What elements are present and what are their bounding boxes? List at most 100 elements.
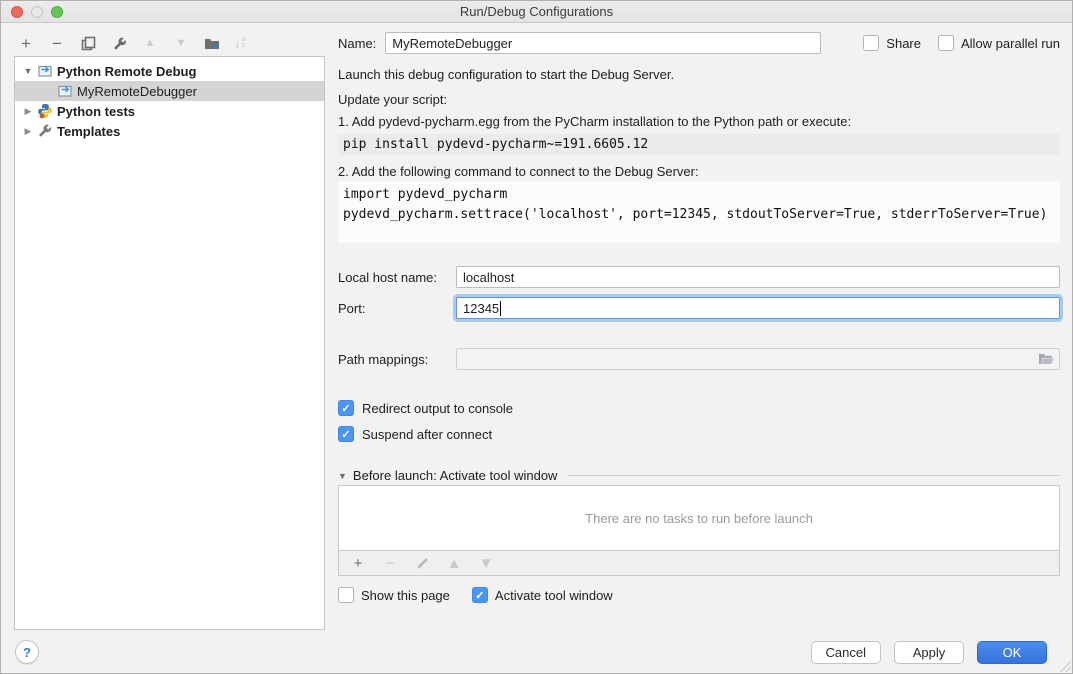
settrace-code-block: import pydevd_pycharm pydevd_pycharm.set… bbox=[338, 181, 1060, 243]
remote-debug-config-icon bbox=[57, 83, 73, 99]
tasks-toolbar: + − ▲ ▼ bbox=[338, 550, 1060, 576]
browse-folder-icon[interactable] bbox=[1038, 353, 1054, 366]
chevron-down-icon[interactable]: ▼ bbox=[21, 66, 35, 76]
help-icon: ? bbox=[23, 645, 31, 660]
ok-button[interactable]: OK bbox=[977, 641, 1047, 664]
minimize-window-button[interactable] bbox=[31, 6, 43, 18]
share-label: Share bbox=[886, 36, 921, 51]
edit-defaults-button[interactable] bbox=[110, 34, 128, 52]
name-input[interactable] bbox=[385, 32, 821, 54]
port-label: Port: bbox=[338, 301, 456, 316]
path-mappings-row: Path mappings: bbox=[338, 348, 1060, 370]
sort-configurations-button[interactable]: ↓ az bbox=[234, 36, 245, 51]
pip-install-command: pip install pydevd-pycharm~=191.6605.12 bbox=[338, 134, 1060, 155]
tree-item-label: Templates bbox=[57, 124, 120, 139]
local-host-input[interactable] bbox=[456, 266, 1060, 288]
redirect-output-row: Redirect output to console bbox=[338, 400, 1060, 416]
zoom-window-button[interactable] bbox=[51, 6, 63, 18]
allow-parallel-run-checkbox-item: Allow parallel run bbox=[938, 35, 1060, 51]
local-host-label: Local host name: bbox=[338, 270, 456, 285]
port-input[interactable]: 12345 bbox=[456, 297, 1060, 319]
local-host-row: Local host name: bbox=[338, 266, 1060, 288]
templates-wrench-icon bbox=[37, 123, 53, 139]
allow-parallel-run-checkbox[interactable] bbox=[938, 35, 954, 51]
resize-grip[interactable] bbox=[1059, 660, 1071, 672]
section-divider bbox=[567, 475, 1060, 476]
code-line-2: pydevd_pycharm.settrace('localhost', por… bbox=[343, 207, 1047, 222]
port-row: Port: 12345 bbox=[338, 297, 1060, 319]
step2-text: 2. Add the following command to connect … bbox=[338, 164, 1060, 180]
move-down-button[interactable]: ▼ bbox=[172, 34, 190, 52]
show-this-page-checkbox[interactable] bbox=[338, 587, 354, 603]
cancel-button[interactable]: Cancel bbox=[811, 641, 881, 664]
redirect-output-label: Redirect output to console bbox=[362, 401, 513, 416]
run-debug-configurations-dialog: { "window": { "title": "Run/Debug Config… bbox=[0, 0, 1073, 674]
move-task-down-button[interactable]: ▼ bbox=[477, 554, 495, 572]
chevron-right-icon[interactable]: ▶ bbox=[21, 106, 35, 117]
move-up-button[interactable]: ▲ bbox=[141, 34, 159, 52]
window-titlebar: Run/Debug Configurations bbox=[1, 1, 1072, 23]
move-task-up-button[interactable]: ▲ bbox=[445, 554, 463, 572]
help-button[interactable]: ? bbox=[15, 640, 39, 664]
window-title: Run/Debug Configurations bbox=[460, 4, 613, 19]
redirect-output-checkbox[interactable] bbox=[338, 400, 354, 416]
configurations-tree: ▼ Python Remote Debug MyRemoteDebugger ▶ bbox=[14, 56, 325, 630]
tree-item-python-remote-debug[interactable]: ▼ Python Remote Debug bbox=[15, 61, 324, 81]
create-folder-button[interactable] bbox=[203, 34, 221, 52]
traffic-lights bbox=[11, 6, 63, 18]
intro-text: Launch this debug configuration to start… bbox=[338, 67, 1060, 83]
dialog-buttons: Cancel Apply OK bbox=[811, 641, 1047, 664]
name-row: Name: Share Allow parallel run bbox=[338, 31, 1060, 55]
tree-item-python-tests[interactable]: ▶ Python tests bbox=[15, 101, 324, 121]
apply-button[interactable]: Apply bbox=[894, 641, 964, 664]
tree-item-myremotedebugger[interactable]: MyRemoteDebugger bbox=[15, 81, 324, 101]
suspend-after-connect-row: Suspend after connect bbox=[338, 426, 1060, 442]
edit-task-button[interactable] bbox=[413, 554, 431, 572]
wrench-icon bbox=[112, 36, 127, 51]
share-checkbox-item: Share bbox=[863, 35, 921, 51]
close-window-button[interactable] bbox=[11, 6, 23, 18]
activate-tool-window-checkbox[interactable] bbox=[472, 587, 488, 603]
code-line-1: import pydevd_pycharm bbox=[343, 187, 507, 202]
new-folder-icon bbox=[204, 36, 221, 51]
add-configuration-button[interactable]: + bbox=[17, 34, 35, 52]
remove-task-button[interactable]: − bbox=[381, 554, 399, 572]
path-mappings-input[interactable] bbox=[456, 348, 1060, 370]
allow-parallel-run-label: Allow parallel run bbox=[961, 36, 1060, 51]
share-checkbox[interactable] bbox=[863, 35, 879, 51]
text-caret bbox=[500, 301, 501, 316]
copy-icon bbox=[81, 36, 96, 51]
show-this-page-item: Show this page bbox=[338, 587, 450, 603]
update-script-text: Update your script: bbox=[338, 92, 1060, 108]
activate-tool-window-label: Activate tool window bbox=[495, 588, 613, 603]
name-label: Name: bbox=[338, 36, 376, 51]
chevron-down-icon[interactable]: ▼ bbox=[338, 471, 347, 481]
suspend-after-connect-label: Suspend after connect bbox=[362, 427, 492, 442]
configurations-toolbar: + − ▲ ▼ ↓ az bbox=[17, 32, 245, 54]
sort-az-icon: az bbox=[242, 37, 246, 49]
activate-tool-window-item: Activate tool window bbox=[472, 587, 613, 603]
before-launch-tasks-list: There are no tasks to run before launch bbox=[338, 485, 1060, 551]
remove-configuration-button[interactable]: − bbox=[48, 34, 66, 52]
add-task-button[interactable]: + bbox=[349, 554, 367, 572]
chevron-right-icon[interactable]: ▶ bbox=[21, 126, 35, 137]
tree-item-label: MyRemoteDebugger bbox=[77, 84, 197, 99]
path-mappings-label: Path mappings: bbox=[338, 352, 456, 367]
sort-arrow-icon: ↓ bbox=[234, 36, 241, 51]
tree-item-label: Python Remote Debug bbox=[57, 64, 196, 79]
before-launch-label: Before launch: Activate tool window bbox=[353, 468, 558, 483]
suspend-after-connect-checkbox[interactable] bbox=[338, 426, 354, 442]
step1-text: 1. Add pydevd-pycharm.egg from the PyCha… bbox=[338, 114, 1060, 130]
port-value: 12345 bbox=[463, 301, 499, 316]
pencil-icon bbox=[416, 557, 429, 570]
show-this-page-label: Show this page bbox=[361, 588, 450, 603]
configuration-editor: Name: Share Allow parallel run Launch th… bbox=[338, 31, 1060, 603]
before-launch-section-header[interactable]: ▼ Before launch: Activate tool window bbox=[338, 468, 1060, 483]
tree-item-label: Python tests bbox=[57, 104, 135, 119]
copy-configuration-button[interactable] bbox=[79, 34, 97, 52]
show-page-row: Show this page Activate tool window bbox=[338, 587, 1060, 603]
tree-item-templates[interactable]: ▶ Templates bbox=[15, 121, 324, 141]
python-tests-icon bbox=[37, 103, 53, 119]
no-tasks-text: There are no tasks to run before launch bbox=[585, 511, 813, 526]
remote-debug-config-icon bbox=[37, 63, 53, 79]
